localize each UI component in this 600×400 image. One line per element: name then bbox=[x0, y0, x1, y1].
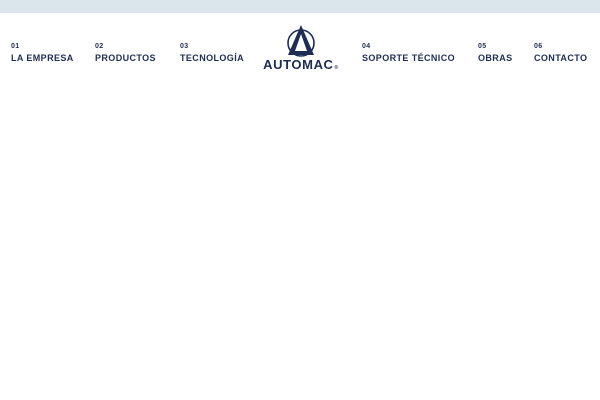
logo-name: AUTOMAC bbox=[263, 57, 334, 72]
nav-item-number: 03 bbox=[180, 43, 189, 50]
nav-item-soporte-tecnico[interactable]: 04 SOPORTE TÉCNICO bbox=[362, 43, 455, 64]
nav-item-obras[interactable]: 05 OBRAS bbox=[478, 43, 513, 64]
nav-item-label: CONTACTO bbox=[534, 53, 588, 63]
nav-item-label: LA EMPRESA bbox=[11, 53, 74, 63]
nav-item-la-empresa[interactable]: 01 LA EMPRESA bbox=[11, 43, 74, 64]
nav-item-contacto[interactable]: 06 CONTACTO bbox=[534, 43, 587, 64]
nav-item-number: 06 bbox=[534, 43, 543, 50]
nav-item-label: SOPORTE TÉCNICO bbox=[362, 53, 456, 63]
logo-wordmark: AUTOMAC® bbox=[256, 57, 346, 72]
triangle-circle-logo-icon bbox=[287, 25, 315, 57]
main-navigation: 01 LA EMPRESA 02 PRODUCTOS 03 TECNOLOGÍA… bbox=[0, 13, 600, 83]
nav-item-number: 04 bbox=[362, 43, 371, 50]
nav-item-label: OBRAS bbox=[478, 53, 513, 63]
registered-mark: ® bbox=[334, 65, 339, 71]
automac-logo[interactable]: AUTOMAC® bbox=[256, 24, 346, 72]
nav-item-number: 01 bbox=[11, 43, 20, 50]
nav-item-number: 05 bbox=[478, 43, 487, 50]
top-strip bbox=[0, 0, 600, 13]
nav-item-label: PRODUCTOS bbox=[95, 53, 156, 63]
nav-item-productos[interactable]: 02 PRODUCTOS bbox=[95, 43, 156, 64]
nav-item-label: TECNOLOGÍA bbox=[180, 53, 244, 63]
nav-item-tecnologia[interactable]: 03 TECNOLOGÍA bbox=[180, 43, 244, 64]
nav-item-number: 02 bbox=[95, 43, 104, 50]
